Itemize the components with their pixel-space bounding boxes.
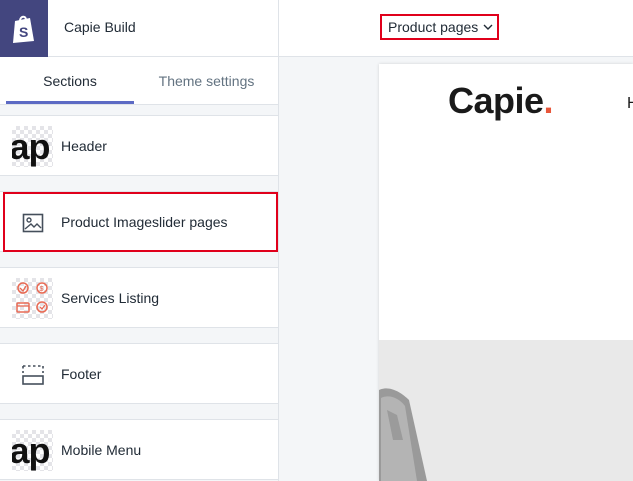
tab-theme-settings[interactable]: Theme settings bbox=[134, 57, 278, 105]
brand-logo[interactable]: Capie. bbox=[448, 80, 554, 122]
svg-text:S: S bbox=[19, 24, 28, 40]
nav-link[interactable]: H bbox=[627, 95, 633, 113]
image-icon bbox=[12, 202, 53, 243]
section-label: Product Imageslider pages bbox=[61, 214, 228, 230]
section-item-mobile-menu[interactable]: ap Mobile Menu bbox=[0, 419, 278, 480]
editor-toolbar: Product pages bbox=[279, 0, 633, 57]
store-name: Capie Build bbox=[64, 19, 136, 35]
hero-image bbox=[379, 340, 633, 481]
section-item-footer[interactable]: Footer bbox=[0, 343, 278, 404]
hero-area bbox=[379, 144, 633, 340]
section-item-services-listing[interactable]: $ Services Listing bbox=[0, 267, 278, 328]
section-item-header[interactable]: ap Header bbox=[0, 115, 278, 176]
section-label: Mobile Menu bbox=[61, 442, 142, 458]
sidebar-tabs: Sections Theme settings bbox=[0, 57, 278, 105]
sidebar: S Capie Build Sections Theme settings ap… bbox=[0, 0, 279, 481]
chevron-down-icon bbox=[483, 24, 493, 30]
section-label: Header bbox=[61, 138, 107, 154]
footer-icon bbox=[12, 354, 53, 395]
preview-header: Capie. H bbox=[379, 64, 633, 144]
ap-thumbnail-icon: ap bbox=[12, 430, 53, 471]
active-tab-indicator bbox=[6, 101, 134, 104]
shopify-logo-icon[interactable]: S bbox=[0, 0, 48, 57]
ap-thumbnail-icon: ap bbox=[12, 126, 53, 167]
svg-text:$: $ bbox=[40, 286, 44, 293]
services-thumbnail-icon: $ bbox=[12, 278, 53, 319]
store-header: S Capie Build bbox=[0, 0, 278, 57]
storefront-preview[interactable]: Capie. H bbox=[379, 64, 633, 481]
page-type-select[interactable]: Product pages bbox=[380, 14, 499, 40]
page-select-value: Product pages bbox=[388, 19, 479, 35]
section-item-product-imageslider[interactable]: Product Imageslider pages bbox=[0, 191, 278, 252]
tab-sections[interactable]: Sections bbox=[6, 57, 134, 105]
section-label: Footer bbox=[61, 366, 102, 382]
section-label: Services Listing bbox=[61, 290, 160, 306]
